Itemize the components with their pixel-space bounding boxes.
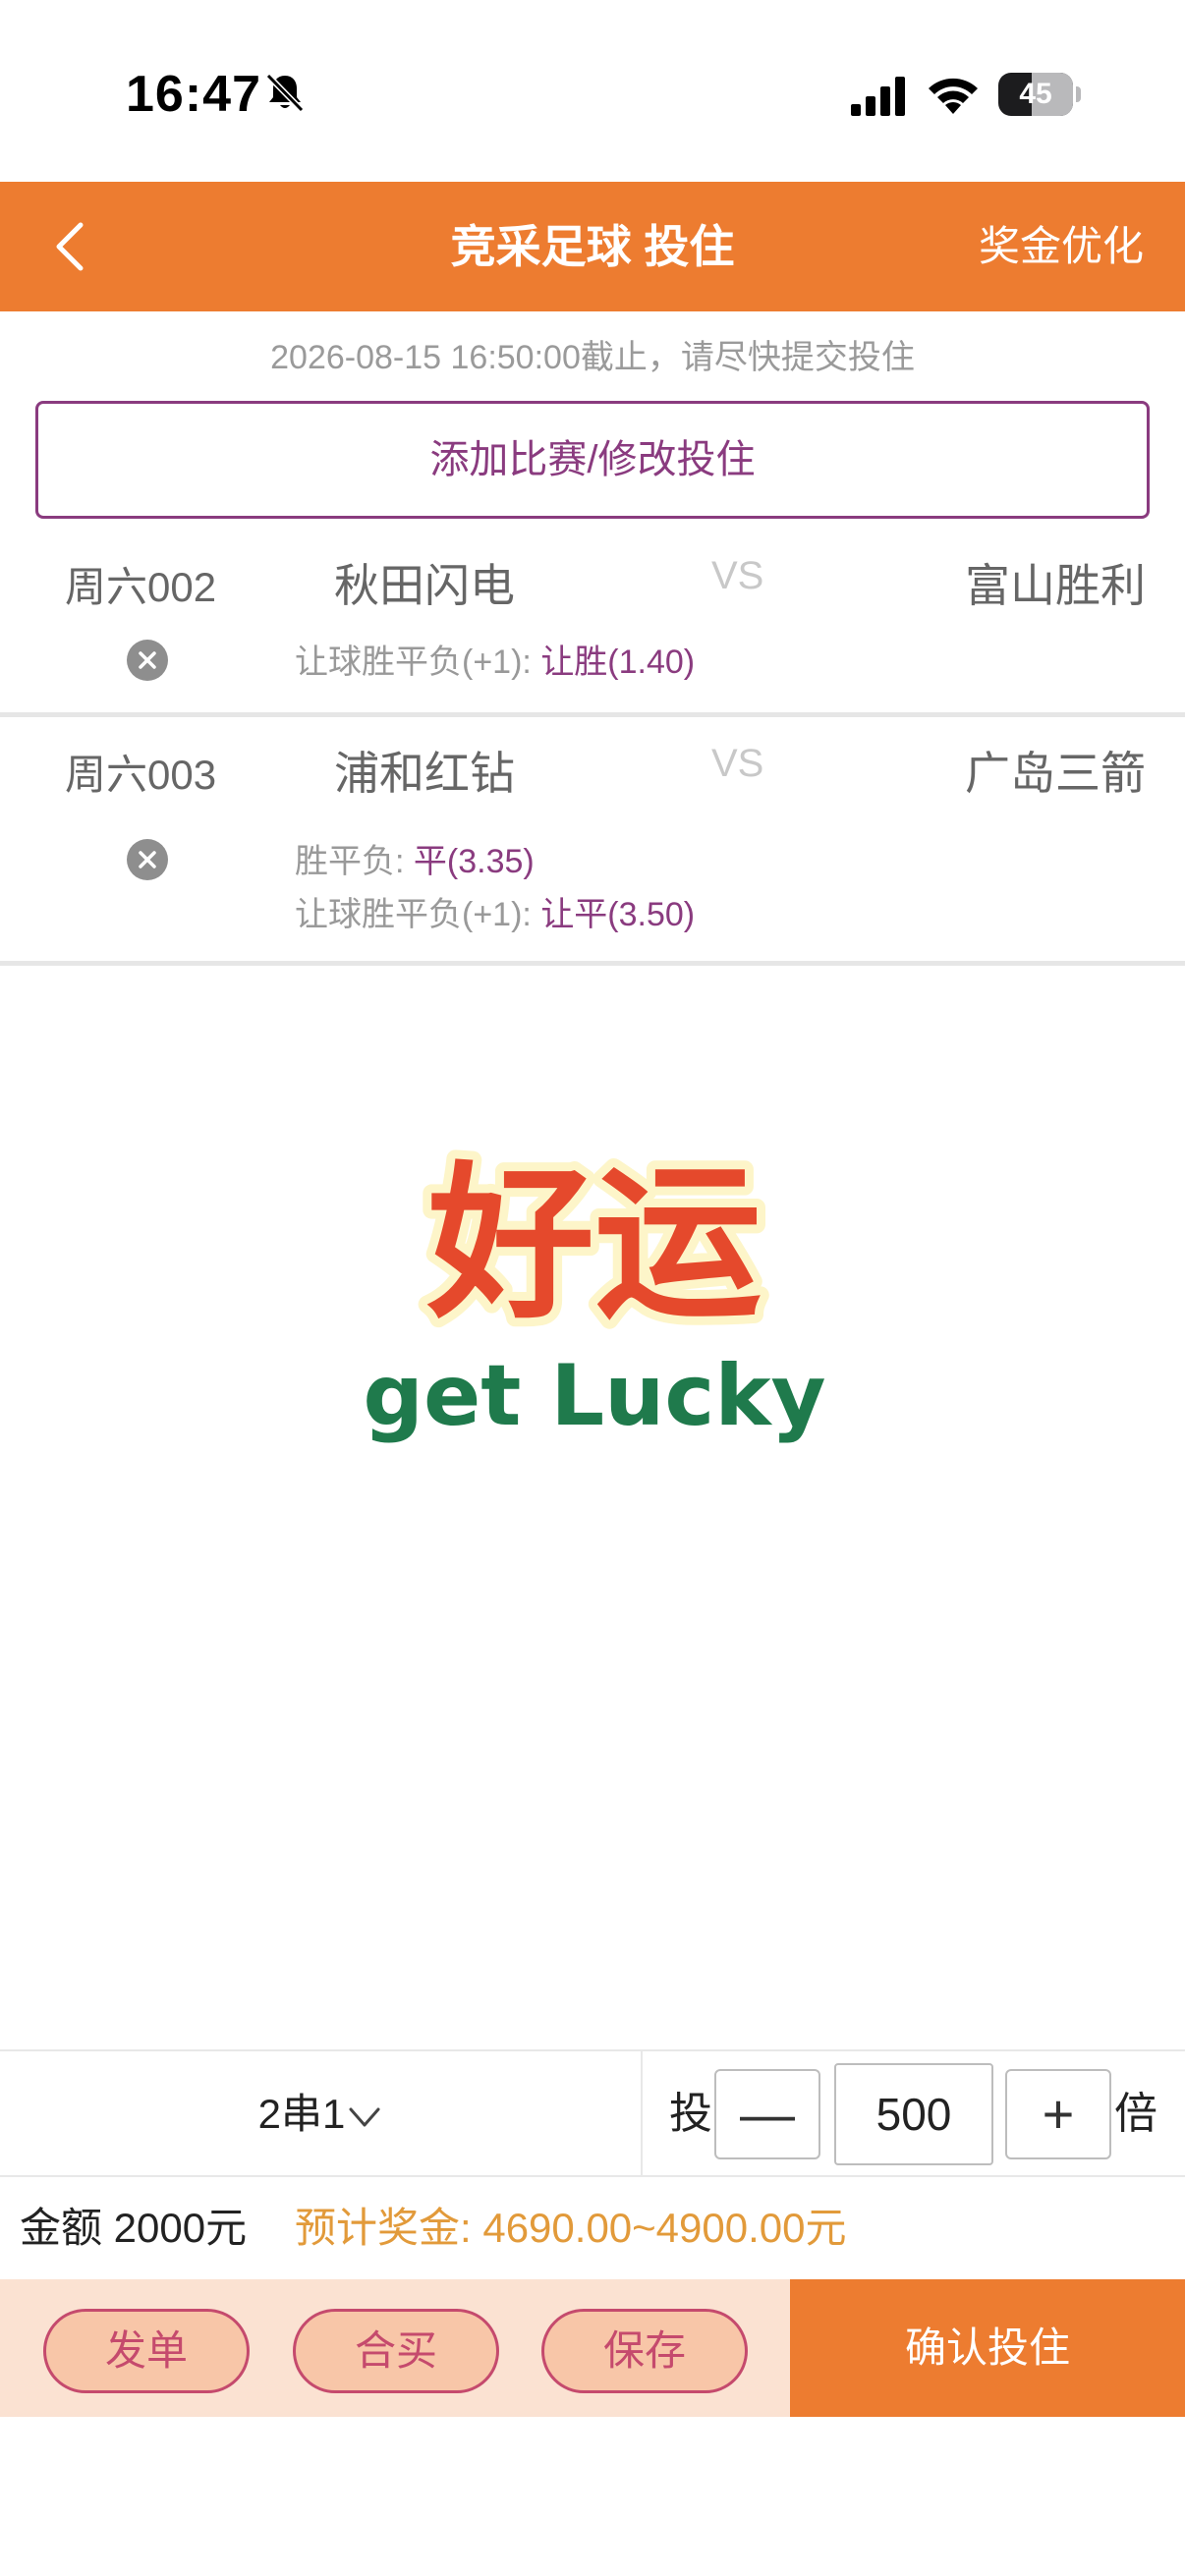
multiplier-suffix: 倍 <box>1114 2090 1157 2138</box>
remove-match-icon[interactable] <box>126 639 169 682</box>
bet-pick: 让平(3.50) <box>540 896 696 933</box>
bell-slash-icon <box>265 73 305 113</box>
header-bar: 竞采足球 投住 奖金优化 <box>0 182 1185 311</box>
good-luck-image: 好运 好运 get Lucky <box>364 1139 825 1445</box>
prize-optimize-button[interactable]: 奖金优化 <box>979 182 1144 311</box>
status-time: 16:47 <box>126 66 261 123</box>
total-amount: 金额 2000元 <box>20 2205 248 2251</box>
amount-row: 金额 2000元 预计奖金: 4690.00~4900.00元 <box>0 2177 1185 2279</box>
away-team: 富山胜利 <box>965 560 1146 611</box>
lucky-sub-text: get Lucky <box>364 1347 825 1445</box>
multiplier-input[interactable] <box>834 2063 993 2165</box>
bet-selection: 胜平负: 平(3.35) <box>295 834 535 882</box>
save-button[interactable]: 保存 <box>541 2309 748 2393</box>
bet-type-label: 让球胜平负(+1): <box>295 644 541 681</box>
status-bar: 16:47 45 <box>0 0 1185 182</box>
battery-icon: 45 <box>998 73 1081 116</box>
battery-level: 45 <box>1019 78 1052 110</box>
decrease-multiplier-button[interactable]: — <box>714 2069 820 2159</box>
match-code: 周六002 <box>65 564 217 610</box>
home-team: 浦和红钻 <box>334 748 515 799</box>
match-row: 周六003 浦和红钻 VS 广岛三箭 胜平负: 平(3.35) 让球胜平负(+1… <box>0 718 1185 966</box>
bet-settings-bar: 2串1 投 — + 倍 <box>0 2049 1185 2177</box>
bet-type-label: 胜平负: <box>295 843 414 880</box>
lucky-main-text: 好运 <box>426 1148 762 1342</box>
bet-type-label: 让球胜平负(+1): <box>295 896 541 933</box>
deadline-text: 2026-08-15 16:50:00截止，请尽快提交投住 <box>270 339 915 376</box>
group-buy-button[interactable]: 合买 <box>293 2309 499 2393</box>
bet-selection: 让球胜平负(+1): 让平(3.50) <box>295 887 695 935</box>
chevron-down-icon <box>349 2107 380 2127</box>
bet-pick: 平(3.35) <box>413 843 535 880</box>
pass-type-select[interactable]: 2串1 <box>0 2051 643 2177</box>
add-match-button[interactable]: 添加比赛/修改投住 <box>35 401 1150 519</box>
send-order-button[interactable]: 发单 <box>43 2309 250 2393</box>
bet-selection: 让球胜平负(+1): 让胜(1.40) <box>295 635 695 683</box>
action-bar: 发单 合买 保存 确认投住 <box>0 2279 1185 2417</box>
confirm-bet-button[interactable]: 确认投住 <box>790 2279 1185 2417</box>
vs-label: VS <box>711 554 764 597</box>
vs-label: VS <box>711 742 764 785</box>
remove-match-icon[interactable] <box>126 838 169 881</box>
match-row: 周六002 秋田闪电 VS 富山胜利 让球胜平负(+1): 让胜(1.40) <box>0 531 1185 717</box>
bet-pick: 让胜(1.40) <box>540 644 696 681</box>
multiplier-prefix: 投 <box>669 2090 712 2138</box>
pass-type-value: 2串1 <box>257 2091 346 2137</box>
match-code: 周六003 <box>65 752 217 798</box>
away-team: 广岛三箭 <box>965 748 1146 799</box>
estimated-prize: 预计奖金: 4690.00~4900.00元 <box>295 2205 847 2251</box>
increase-multiplier-button[interactable]: + <box>1005 2069 1111 2159</box>
cellular-signal-icon <box>851 77 905 116</box>
wifi-icon <box>929 78 978 114</box>
home-team: 秋田闪电 <box>334 560 515 611</box>
